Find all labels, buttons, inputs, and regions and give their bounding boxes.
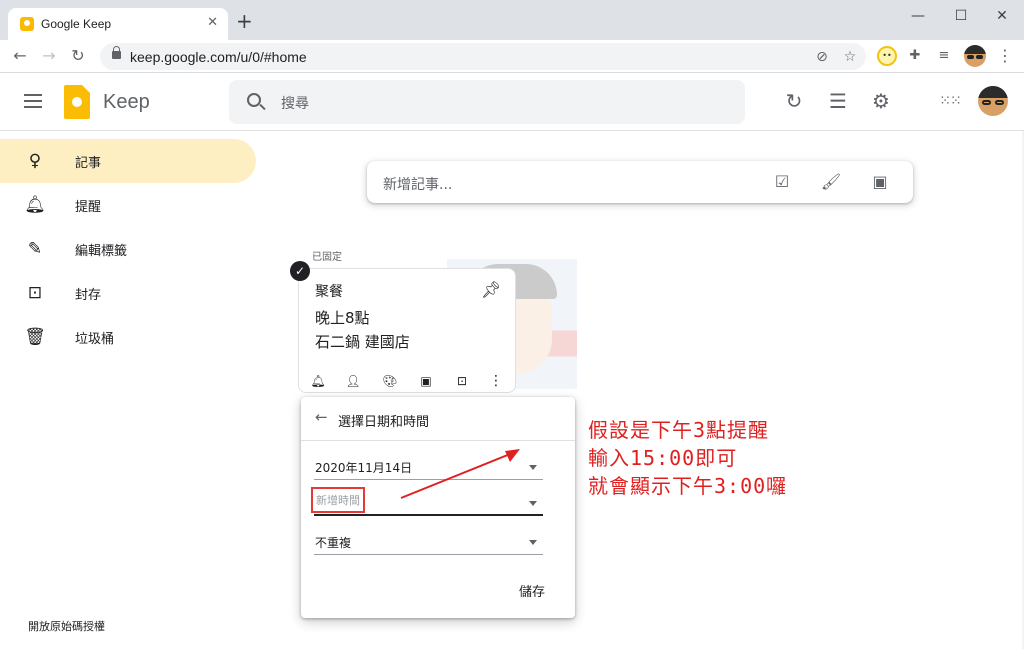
keep-favicon-icon	[20, 17, 34, 31]
browser-tab[interactable]: Google Keep ✕	[8, 8, 228, 40]
sidebar-item-label: 記事	[75, 156, 102, 171]
back-arrow-icon[interactable]: ←	[315, 408, 328, 426]
apps-grid-icon[interactable]: ⁙⁙	[938, 89, 962, 113]
note-body-line: 晚上8點	[315, 309, 370, 327]
sidebar-item-label: 編輯標籤	[75, 244, 128, 259]
extensions-puzzle-icon[interactable]: ✚	[905, 46, 925, 66]
tab-title: Google Keep	[41, 17, 112, 31]
take-note-bar[interactable]: 新增記事... ☑ 🖌︎ ▣	[367, 161, 913, 203]
sidebar-item-label: 提醒	[75, 200, 102, 215]
sidebar-item-label: 封存	[75, 288, 102, 303]
lock-icon	[112, 46, 121, 59]
url-text: keep.google.com/u/0/#home	[130, 49, 307, 65]
browser-menu-icon[interactable]: ⋮	[995, 46, 1015, 66]
annotation-line: 輸入15:00即可	[588, 446, 738, 470]
save-button[interactable]: 儲存	[519, 581, 545, 600]
archive-icon[interactable]: ⊡	[453, 372, 471, 390]
pencil-icon: ✎	[27, 239, 43, 259]
bell-icon: 🔔︎	[24, 195, 46, 215]
app-title[interactable]: Keep	[103, 91, 150, 114]
keep-header: Keep 搜尋 ↻ ☰ ⚙ ⁙⁙	[0, 73, 1024, 131]
date-value: 2020年11月14日	[315, 461, 413, 475]
annotation-line: 假設是下午3點提醒	[588, 418, 770, 442]
close-window-button[interactable]: ✕	[988, 6, 1016, 26]
datetime-picker-popup: ← 選擇日期和時間 2020年11月14日 新增時間 不重複 儲存	[301, 397, 575, 618]
checkbox-list-icon[interactable]: ☑	[771, 171, 793, 193]
add-image-icon[interactable]: ▣	[417, 372, 435, 390]
archive-icon: ⊡	[27, 283, 43, 303]
palette-icon[interactable]: 🎨︎	[381, 372, 399, 390]
search-input[interactable]: 搜尋	[281, 93, 309, 113]
media-queue-icon[interactable]: ≡	[934, 46, 954, 66]
sidebar-item-label: 垃圾桶	[75, 332, 115, 347]
bookmark-star-icon[interactable]: ☆	[840, 47, 860, 67]
refresh-icon[interactable]: ↻	[782, 89, 806, 113]
divider	[301, 440, 575, 441]
time-placeholder[interactable]: 新增時間	[311, 487, 365, 513]
main-menu-icon[interactable]	[24, 94, 42, 108]
address-bar[interactable]: keep.google.com/u/0/#home ⊘ ☆	[100, 43, 866, 70]
browser-tab-bar: Google Keep ✕ + — ☐ ✕	[0, 0, 1024, 40]
back-icon[interactable]: ←	[8, 44, 32, 68]
pinned-section-label: 已固定	[312, 252, 342, 263]
remind-me-icon[interactable]: 🔔︎	[309, 372, 327, 390]
reload-icon[interactable]: ↻	[66, 44, 90, 68]
note-card[interactable]: 聚餐 📌︎ 晚上8點 石二鍋 建國店 🔔︎ 👤︎ 🎨︎ ▣ ⊡ ⋮	[298, 268, 516, 393]
tab-close-icon[interactable]: ✕	[207, 15, 218, 31]
keep-logo-icon[interactable]	[64, 85, 90, 119]
list-view-icon[interactable]: ☰	[826, 89, 850, 113]
note-body-line: 石二鍋 建國店	[315, 333, 410, 351]
browser-toolbar: ← → ↻ keep.google.com/u/0/#home ⊘ ☆ •• ✚…	[0, 40, 1024, 73]
sidebar-item-archive[interactable]: ⊡ 封存	[0, 271, 256, 315]
open-source-license-link[interactable]: 開放原始碼授權	[28, 618, 105, 634]
collaborator-icon[interactable]: 👤︎	[344, 372, 362, 390]
account-avatar[interactable]	[978, 86, 1008, 116]
pin-icon[interactable]: 📌︎	[481, 280, 501, 299]
time-input[interactable]: 新增時間	[311, 487, 543, 516]
sidebar-item-notes[interactable]: ♀ 記事	[0, 139, 256, 183]
dropdown-arrow-icon	[529, 501, 537, 506]
trash-icon: 🗑︎	[24, 327, 46, 347]
sidebar-item-trash[interactable]: 🗑︎ 垃圾桶	[0, 315, 256, 359]
extension-emoji-icon[interactable]: ••	[877, 46, 897, 66]
date-select[interactable]: 2020年11月14日	[314, 454, 543, 480]
annotation-line: 就會顯示下午3:00囉	[588, 474, 788, 498]
image-icon[interactable]: ▣	[869, 171, 891, 193]
search-icon[interactable]	[247, 93, 261, 107]
brush-icon[interactable]: 🖌︎	[820, 171, 842, 193]
select-note-check-icon[interactable]: ✓	[290, 261, 310, 281]
lightbulb-icon: ♀	[28, 151, 42, 171]
take-note-input[interactable]: 新增記事...	[383, 174, 452, 194]
dropdown-arrow-icon	[529, 540, 537, 545]
repeat-value: 不重複	[315, 536, 352, 550]
sidebar-item-reminders[interactable]: 🔔︎ 提醒	[0, 183, 256, 227]
maximize-button[interactable]: ☐	[947, 6, 975, 26]
minimize-button[interactable]: —	[904, 6, 932, 26]
profile-avatar-icon[interactable]	[964, 45, 986, 67]
sidebar-item-edit-labels[interactable]: ✎ 編輯標籤	[0, 227, 256, 271]
blocked-popup-icon[interactable]: ⊘	[812, 47, 832, 67]
search-bar[interactable]: 搜尋	[229, 80, 745, 124]
forward-icon[interactable]: →	[37, 44, 61, 68]
popup-title: 選擇日期和時間	[338, 415, 430, 430]
note-title: 聚餐	[315, 284, 343, 300]
more-options-icon[interactable]: ⋮	[487, 372, 505, 390]
new-tab-button[interactable]: +	[236, 11, 253, 31]
dropdown-arrow-icon	[529, 465, 537, 470]
settings-gear-icon[interactable]: ⚙	[869, 89, 893, 113]
repeat-select[interactable]: 不重複	[314, 529, 543, 555]
